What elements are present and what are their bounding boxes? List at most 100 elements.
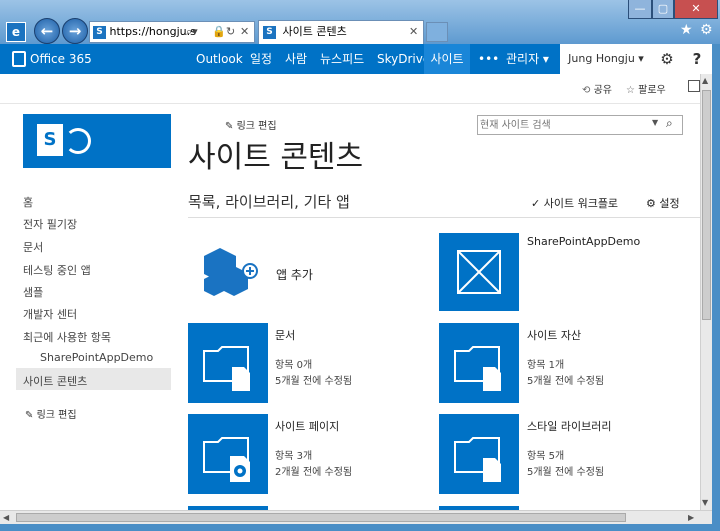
app-demo-tile[interactable] [439, 233, 519, 311]
site-pages-name[interactable]: 사이트 페이지 [275, 418, 339, 434]
tab-close-icon[interactable]: ✕ [409, 21, 418, 43]
address-bar[interactable]: S https://hongju.s ⌕▾ 🔒 ↻ ✕ [89, 21, 255, 43]
pages-library-icon [203, 437, 250, 482]
nav-calendar[interactable]: 일정 [250, 44, 272, 74]
site-assets-name[interactable]: 사이트 자산 [527, 327, 581, 343]
scroll-up-arrow-icon[interactable]: ▲ [702, 76, 708, 85]
close-window-button[interactable]: ✕ [674, 0, 718, 19]
search-scope-chevron-icon[interactable]: ▼ [652, 118, 658, 127]
quicklaunch-home[interactable]: 홈 [23, 194, 33, 210]
site-search-input[interactable] [480, 117, 640, 133]
nav-newsfeed[interactable]: 뉴스피드 [320, 44, 364, 74]
site-assets-modified: 5개월 전에 수정됨 [527, 376, 605, 387]
vertical-scroll-thumb[interactable] [702, 90, 711, 320]
refresh-icon[interactable]: ↻ [226, 22, 235, 42]
pencil-left-icon: ✎ [25, 410, 34, 421]
help-icon[interactable]: ? [682, 44, 712, 74]
nav-more[interactable]: ••• [478, 44, 499, 74]
site-search-icon[interactable]: ⌕ [666, 116, 673, 131]
page-content: S ✎ 링크 편집 사이트 콘텐츠 ▼ ⌕ 목록, 라이브러리, 기타 앱 ✓ … [0, 104, 700, 510]
ie-logo-icon: e [6, 22, 26, 42]
site-pages-modified: 2개월 전에 수정됨 [275, 467, 353, 478]
site-pages-count: 항목 3개 [275, 451, 313, 462]
quicklaunch-samples[interactable]: 샘플 [23, 284, 43, 300]
documents-tile[interactable] [188, 323, 268, 403]
style-library-name[interactable]: 스타일 라이브러리 [527, 418, 611, 434]
minimize-button[interactable]: — [628, 0, 652, 19]
brand-name[interactable]: Office 365 [30, 44, 92, 74]
nav-skydrive[interactable]: SkyDrive [377, 44, 430, 74]
scroll-left-arrow-icon[interactable]: ◀ [3, 511, 9, 524]
site-logo[interactable]: S [23, 114, 171, 168]
style-library-count: 항목 5개 [527, 451, 565, 462]
app-placeholder-icon [457, 250, 501, 294]
office365-suite-bar: Office 365 Outlook 일정 사람 뉴스피드 SkyDrive 사… [0, 44, 712, 74]
nav-admin[interactable]: 관리자 ▾ [506, 44, 549, 74]
back-button[interactable]: ← [34, 18, 60, 44]
add-app-tile[interactable]: 앱 추가 [188, 234, 428, 314]
share-button[interactable]: ⟲ 공유 [582, 81, 612, 96]
vertical-scrollbar[interactable]: ▲ ▼ [700, 74, 712, 510]
quicklaunch-notebook[interactable]: 전자 필기장 [23, 216, 77, 232]
user-menu[interactable]: Jung Hongju ▾ [560, 44, 652, 74]
site-workflows-button[interactable]: ✓ 사이트 워크플로 [531, 195, 618, 211]
horizontal-scrollbar[interactable]: ◀ ▶ [0, 510, 712, 524]
user-name: Jung Hongju ▾ [568, 52, 644, 65]
quicklaunch-apps-in-testing[interactable]: 테스팅 중인 앱 [23, 262, 91, 278]
search-icon[interactable]: ⌕▾ [186, 22, 198, 42]
add-app-icon [204, 248, 258, 296]
maximize-button[interactable]: ▢ [652, 0, 674, 19]
app-demo-name[interactable]: SharePointAppDemo [527, 235, 640, 248]
documents-count: 항목 0개 [275, 360, 313, 371]
follow-star-icon: ☆ [626, 85, 635, 96]
lock-icon: 🔒 [212, 25, 226, 38]
style-library-tile[interactable] [439, 414, 519, 494]
quicklaunch-dev-center[interactable]: 개발자 센터 [23, 306, 77, 322]
documents-modified: 5개월 전에 수정됨 [275, 376, 353, 387]
sharepoint-tab-icon: S [263, 25, 276, 39]
horizontal-scroll-thumb[interactable] [16, 513, 626, 522]
follow-button[interactable]: ☆ 팔로우 [626, 81, 666, 96]
site-search-box[interactable]: ▼ ⌕ [477, 115, 683, 135]
sharepoint-favicon-icon: S [93, 25, 106, 39]
forward-button[interactable]: → [62, 18, 88, 44]
new-tab-button[interactable] [426, 22, 448, 42]
site-pages-tile[interactable] [188, 414, 268, 494]
section-divider [188, 217, 700, 218]
scroll-down-arrow-icon[interactable]: ▼ [702, 498, 708, 507]
address-url: https://hongju.s [109, 25, 196, 38]
close-address-icon[interactable]: ✕ [240, 22, 249, 42]
edit-links-top[interactable]: ✎ 링크 편집 [225, 117, 277, 132]
pencil-icon: ✎ [225, 121, 234, 132]
asset-library-icon [454, 346, 501, 391]
style-library-modified: 5개월 전에 수정됨 [527, 467, 605, 478]
quicklaunch-site-contents[interactable]: 사이트 콘텐츠 [23, 373, 87, 389]
share-icon: ⟲ [582, 85, 591, 96]
nav-sites[interactable]: 사이트 [424, 44, 470, 74]
favorites-star-icon[interactable]: ★ [680, 22, 693, 38]
office-logo-icon[interactable] [12, 51, 26, 67]
section-title: 목록, 라이브러리, 기타 앱 [188, 193, 350, 211]
share-label: 공유 [593, 85, 612, 96]
edit-links-left[interactable]: ✎ 링크 편집 [25, 406, 77, 421]
quicklaunch-documents[interactable]: 문서 [23, 239, 43, 255]
quicklaunch-sharepointappdemo[interactable]: SharePointAppDemo [40, 351, 153, 364]
edit-links-left-label: 링크 편집 [36, 410, 77, 421]
page-title: 사이트 콘텐츠 [188, 140, 364, 175]
settings-button[interactable]: ⚙ 설정 [646, 195, 680, 211]
settings-gear-icon[interactable]: ⚙ [652, 44, 682, 74]
quicklaunch-recent[interactable]: 최근에 사용한 항목 [23, 329, 111, 345]
documents-name[interactable]: 문서 [275, 327, 295, 343]
nav-outlook[interactable]: Outlook [196, 44, 243, 74]
browser-window: e ← → S https://hongju.s ⌕▾ 🔒 ↻ ✕ S 사이트 … [0, 0, 720, 531]
site-assets-tile[interactable] [439, 323, 519, 403]
tools-gear-icon[interactable]: ⚙ [700, 22, 713, 38]
share-nodes-icon [65, 128, 91, 154]
focus-icon[interactable] [688, 80, 700, 92]
workflow-check-icon: ✓ [531, 197, 541, 210]
tab-site-contents[interactable]: S 사이트 콘텐츠 ✕ [258, 20, 424, 44]
nav-people[interactable]: 사람 [285, 44, 307, 74]
scroll-right-arrow-icon[interactable]: ▶ [688, 511, 694, 524]
settings-small-gear-icon: ⚙ [646, 197, 656, 210]
title-bar: e ← → S https://hongju.s ⌕▾ 🔒 ↻ ✕ S 사이트 … [0, 0, 720, 44]
